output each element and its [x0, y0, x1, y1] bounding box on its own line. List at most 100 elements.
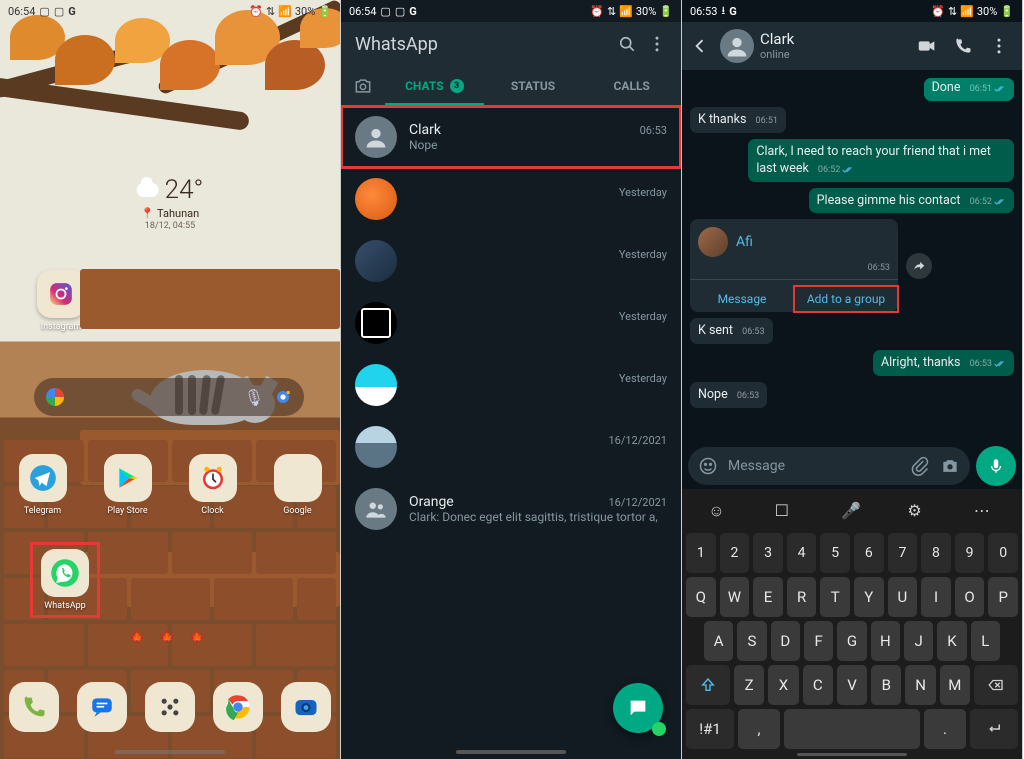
- key-7[interactable]: 7: [888, 533, 918, 573]
- emoji-picker-icon[interactable]: ☺: [708, 501, 730, 523]
- google-folder-icon[interactable]: Google: [268, 454, 328, 516]
- menu-dots-icon[interactable]: [984, 31, 1014, 61]
- message-out[interactable]: Please gimme his contact 06:52: [809, 188, 1014, 214]
- key-k[interactable]: K: [937, 621, 966, 661]
- key-period[interactable]: .: [924, 709, 966, 749]
- apps-drawer-icon[interactable]: [145, 682, 195, 732]
- key-r[interactable]: R: [787, 577, 817, 617]
- play-store-app-icon[interactable]: Play Store: [98, 454, 158, 516]
- telegram-app-icon[interactable]: Telegram: [13, 454, 73, 516]
- chat-row[interactable]: Yesterday: [341, 354, 681, 416]
- key-u[interactable]: U: [888, 577, 918, 617]
- camera-tab-icon[interactable]: [341, 66, 385, 106]
- key-l[interactable]: L: [971, 621, 1000, 661]
- contact-add-to-group-button[interactable]: Add to a group: [794, 286, 898, 312]
- chat-row[interactable]: Yesterday: [341, 230, 681, 292]
- key-5[interactable]: 5: [820, 533, 850, 573]
- tab-chats[interactable]: CHATS3: [385, 66, 484, 106]
- tab-status[interactable]: STATUS: [484, 66, 583, 106]
- key-3[interactable]: 3: [753, 533, 783, 573]
- message-in[interactable]: K thanks 06:51: [690, 107, 786, 133]
- video-call-icon[interactable]: [912, 31, 942, 61]
- messages-app-icon[interactable]: [77, 682, 127, 732]
- key-i[interactable]: I: [921, 577, 951, 617]
- message-input[interactable]: Message: [688, 447, 970, 485]
- key-8[interactable]: 8: [921, 533, 951, 573]
- key-backspace[interactable]: [974, 665, 1018, 705]
- key-shift[interactable]: [686, 665, 730, 705]
- key-2[interactable]: 2: [720, 533, 750, 573]
- chat-row[interactable]: 16/12/2021: [341, 416, 681, 478]
- key-q[interactable]: Q: [686, 577, 716, 617]
- google-search-bar[interactable]: 🎙: [34, 378, 304, 416]
- key-9[interactable]: 9: [955, 533, 985, 573]
- voice-call-icon[interactable]: [948, 31, 978, 61]
- keyboard-settings-icon[interactable]: ⚙: [907, 501, 929, 523]
- key-enter[interactable]: [970, 709, 1018, 749]
- key-y[interactable]: Y: [854, 577, 884, 617]
- search-icon[interactable]: [617, 34, 637, 54]
- key-0[interactable]: 0: [988, 533, 1018, 573]
- key-w[interactable]: W: [720, 577, 750, 617]
- clock-app-icon[interactable]: Clock: [183, 454, 243, 516]
- sticker-icon[interactable]: ☐: [775, 501, 797, 523]
- key-d[interactable]: D: [771, 621, 800, 661]
- new-chat-fab[interactable]: [613, 683, 663, 733]
- key-m[interactable]: M: [940, 665, 970, 705]
- attach-icon[interactable]: [910, 456, 930, 476]
- lens-icon[interactable]: [274, 388, 292, 406]
- chat-row[interactable]: Yesterday: [341, 168, 681, 230]
- message-out[interactable]: Alright, thanks 06:53: [873, 350, 1014, 376]
- message-list[interactable]: Done 06:51 K thanks 06:51 Clark, I need …: [682, 70, 1022, 443]
- weather-widget[interactable]: 24° 📍 Tahunan 18/12, 04:55: [137, 175, 204, 231]
- key-a[interactable]: A: [704, 621, 733, 661]
- nav-indicator[interactable]: [115, 750, 225, 754]
- key-z[interactable]: Z: [734, 665, 764, 705]
- chat-row-orange[interactable]: Orange16/12/2021 Clark: Donec eget elit …: [341, 478, 681, 540]
- key-g[interactable]: G: [837, 621, 866, 661]
- menu-dots-icon[interactable]: [647, 34, 667, 54]
- camera-icon[interactable]: [940, 456, 960, 476]
- key-symbols[interactable]: !#1: [686, 709, 734, 749]
- tab-calls[interactable]: CALLS: [582, 66, 681, 106]
- key-n[interactable]: N: [905, 665, 935, 705]
- forward-icon[interactable]: [906, 253, 932, 279]
- contact-avatar[interactable]: [720, 29, 754, 63]
- voice-message-button[interactable]: [976, 446, 1016, 486]
- instagram-app-icon[interactable]: [37, 270, 85, 318]
- nav-indicator[interactable]: [797, 753, 907, 756]
- contact-info[interactable]: Clark online: [760, 30, 906, 61]
- key-space[interactable]: [784, 709, 920, 749]
- message-in[interactable]: Nope 06:53: [690, 382, 767, 408]
- key-c[interactable]: C: [803, 665, 833, 705]
- key-x[interactable]: X: [768, 665, 798, 705]
- key-s[interactable]: S: [737, 621, 766, 661]
- key-comma[interactable]: ,: [738, 709, 780, 749]
- key-6[interactable]: 6: [854, 533, 884, 573]
- chat-row[interactable]: Yesterday: [341, 292, 681, 354]
- key-f[interactable]: F: [804, 621, 833, 661]
- key-4[interactable]: 4: [787, 533, 817, 573]
- message-out[interactable]: Done 06:51: [924, 78, 1014, 101]
- voice-typing-icon[interactable]: 🎤: [841, 501, 863, 523]
- contact-card[interactable]: Afi 06:53 Message Add to a group: [690, 219, 898, 312]
- message-out[interactable]: Clark, I need to reach your friend that …: [748, 139, 1014, 182]
- chat-row-clark[interactable]: Clark06:53 Nope: [341, 106, 681, 168]
- contact-message-button[interactable]: Message: [690, 286, 794, 312]
- key-h[interactable]: H: [871, 621, 900, 661]
- key-j[interactable]: J: [904, 621, 933, 661]
- keyboard-more-icon[interactable]: ⋯: [974, 501, 996, 523]
- nav-indicator[interactable]: [456, 750, 566, 754]
- emoji-icon[interactable]: [698, 456, 718, 476]
- key-o[interactable]: O: [955, 577, 985, 617]
- key-p[interactable]: P: [988, 577, 1018, 617]
- key-b[interactable]: B: [871, 665, 901, 705]
- message-in[interactable]: K sent 06:53: [690, 318, 773, 344]
- back-icon[interactable]: [686, 32, 714, 60]
- whatsapp-app-icon-highlighted[interactable]: WhatsApp: [30, 542, 100, 618]
- key-1[interactable]: 1: [686, 533, 716, 573]
- phone-app-icon[interactable]: [9, 682, 59, 732]
- keyboard[interactable]: ☺ ☐ 🎤 ⚙ ⋯ 1 2 3 4 5 6 7 8 9 0 Q W E R T …: [682, 489, 1022, 759]
- chat-list[interactable]: Clark06:53 Nope Yesterday Yesterday Yest…: [341, 106, 681, 759]
- chrome-app-icon[interactable]: [213, 682, 263, 732]
